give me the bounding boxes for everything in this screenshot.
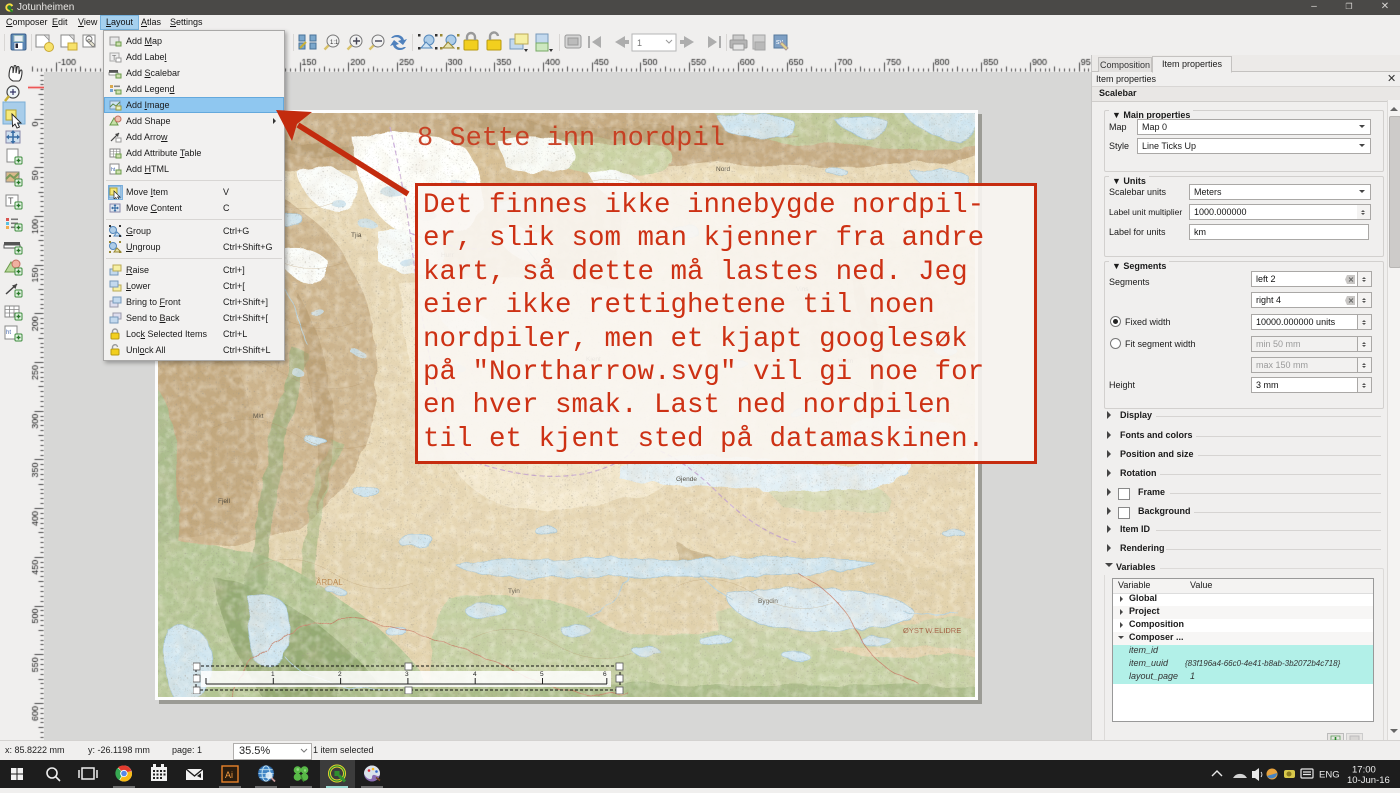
svg-text:4: 4 bbox=[473, 671, 477, 678]
svg-text:5: 5 bbox=[540, 671, 544, 678]
svg-text:ht: ht bbox=[6, 330, 11, 336]
svg-text:2: 2 bbox=[338, 671, 342, 678]
svg-text:T: T bbox=[8, 196, 14, 206]
svg-text:ht: ht bbox=[111, 167, 116, 173]
svg-text:6: 6 bbox=[603, 671, 607, 678]
svg-text:10-Jun-16: 10-Jun-16 bbox=[1347, 775, 1390, 786]
svg-text:1: 1 bbox=[271, 671, 275, 678]
svg-text:3: 3 bbox=[405, 671, 409, 678]
svg-text:1: 1 bbox=[637, 38, 642, 48]
svg-text:Ai: Ai bbox=[225, 770, 233, 780]
svg-text:1:1: 1:1 bbox=[330, 40, 339, 46]
svg-text:ENG: ENG bbox=[1319, 770, 1340, 781]
svg-text:17:00: 17:00 bbox=[1352, 765, 1376, 776]
